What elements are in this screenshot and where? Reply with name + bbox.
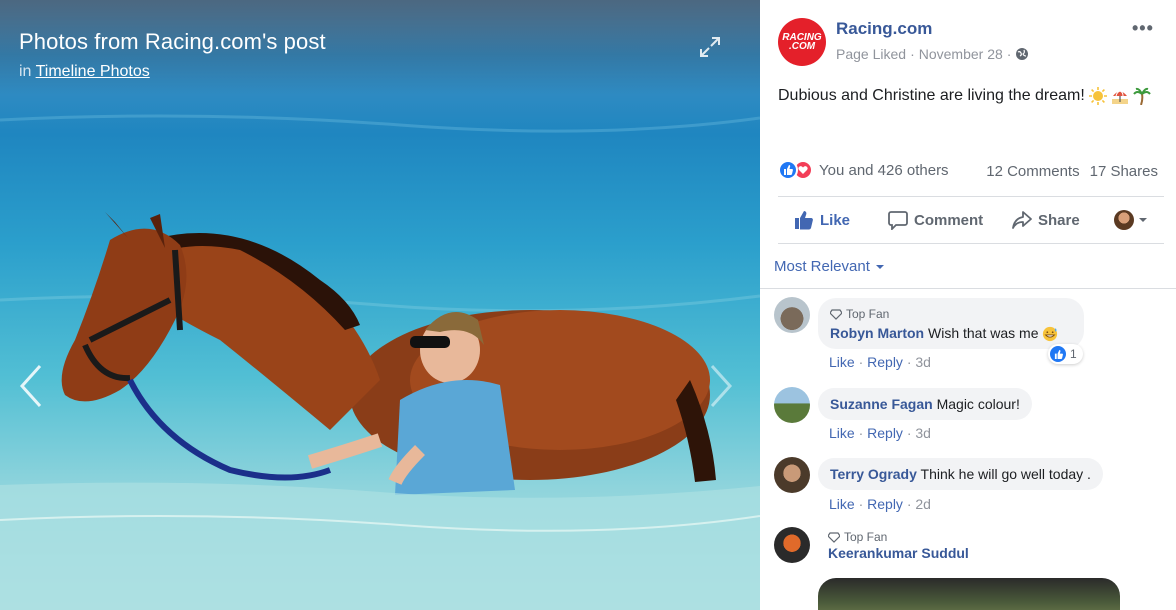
- post-action-bar: Like Comment Share: [778, 196, 1164, 244]
- comment-like-link[interactable]: Like: [829, 354, 855, 370]
- reaction-identity-selector[interactable]: [1114, 210, 1148, 230]
- like-reaction-icon: [778, 160, 798, 180]
- like-label: Like: [820, 211, 851, 229]
- reactions-count-text: You and 426 others: [819, 161, 949, 179]
- comment-reply-link[interactable]: Reply: [867, 425, 903, 441]
- comments-count-link[interactable]: 12 Comments: [986, 163, 1079, 180]
- sort-label: Most Relevant: [774, 258, 870, 275]
- post-message: Dubious and Christine are living the dre…: [778, 87, 1085, 104]
- comment-bubble: Top Fan Robyn Marton Wish that was me: [818, 298, 1084, 350]
- reactions-summary[interactable]: You and 426 others: [778, 160, 949, 180]
- engagement-counts: 12 Comments 17 Shares: [986, 163, 1158, 180]
- caret-down-icon: [1139, 218, 1147, 222]
- page-avatar[interactable]: RACING .COM: [778, 18, 826, 66]
- comment-text: Magic colour!: [936, 396, 1020, 412]
- comment-button[interactable]: Comment: [888, 210, 983, 230]
- meta-separator-dot: ·: [1006, 46, 1012, 62]
- comment-time[interactable]: 3d: [915, 425, 931, 441]
- user-avatar: [1114, 210, 1134, 230]
- comment-reaction-count[interactable]: 1: [1048, 344, 1083, 364]
- grinning-sweat-emoji-icon: [1043, 327, 1058, 342]
- comment-meta: Like · Reply · 2d: [829, 496, 931, 512]
- share-arrow-icon: [1012, 211, 1032, 229]
- comment-like-link[interactable]: Like: [829, 496, 855, 512]
- commenter-avatar[interactable]: [774, 297, 810, 333]
- commenter-name[interactable]: Keerankumar Suddul: [828, 545, 969, 561]
- next-photo-chevron-icon[interactable]: [706, 362, 736, 410]
- album-prefix: in: [19, 63, 32, 80]
- comment-reply-link[interactable]: Reply: [867, 354, 903, 370]
- comment-text: Think he will go well today .: [920, 466, 1091, 482]
- post-side-panel: RACING .COM Racing.com Page Liked · Nove…: [760, 0, 1176, 610]
- palm-tree-emoji-icon: [1133, 87, 1151, 105]
- badge-label: Top Fan: [846, 307, 890, 321]
- comment-bubble: Suzanne Fagan Magic colour!: [818, 388, 1032, 420]
- comment-sort-dropdown[interactable]: Most Relevant: [774, 258, 885, 275]
- photo-album-subtitle: in Timeline Photos: [19, 63, 150, 81]
- commenter-avatar[interactable]: [774, 387, 810, 423]
- comment-time[interactable]: 2d: [915, 496, 931, 512]
- share-label: Share: [1038, 211, 1080, 229]
- previous-photo-chevron-icon[interactable]: [16, 362, 46, 410]
- comment-meta: Like · Reply · 3d: [829, 425, 931, 441]
- commenter-avatar[interactable]: [774, 457, 810, 493]
- comment-icon: [888, 211, 908, 230]
- comment-header: Top Fan Keerankumar Suddul: [828, 530, 969, 561]
- globe-icon: [1016, 48, 1029, 60]
- diamond-icon: [828, 532, 840, 543]
- photo-pane[interactable]: Photos from Racing.com's post in Timelin…: [0, 0, 760, 610]
- comment-reply-link[interactable]: Reply: [867, 496, 903, 512]
- comment-label: Comment: [914, 211, 984, 229]
- commenter-name[interactable]: Robyn Marton: [830, 325, 924, 341]
- commenter-avatar[interactable]: [774, 527, 810, 563]
- diamond-icon: [830, 309, 842, 320]
- top-fan-badge: Top Fan: [828, 530, 969, 544]
- page-logo-text: RACING .COM: [782, 32, 822, 52]
- post-meta: Page Liked · November 28 ·: [836, 46, 1029, 62]
- reaction-count: 1: [1070, 347, 1077, 361]
- page-like-status[interactable]: Page Liked: [836, 46, 906, 62]
- photo-album-title: Photos from Racing.com's post: [19, 29, 326, 54]
- expand-icon[interactable]: [698, 35, 722, 59]
- shares-count-link[interactable]: 17 Shares: [1090, 163, 1158, 180]
- divider: [760, 288, 1176, 289]
- photo-viewer: Photos from Racing.com's post in Timelin…: [0, 0, 1176, 610]
- post-date[interactable]: November 28: [919, 46, 1003, 62]
- comment-image-attachment[interactable]: [818, 578, 1120, 610]
- comment-like-link[interactable]: Like: [829, 425, 855, 441]
- comment-meta: Like · Reply · 3d: [829, 354, 931, 370]
- post-text: Dubious and Christine are living the dre…: [778, 87, 1151, 105]
- sun-emoji-icon: [1088, 87, 1107, 105]
- commenter-name[interactable]: Terry Ogrady: [830, 466, 917, 482]
- thumbs-up-icon: [795, 211, 813, 230]
- timeline-photos-link[interactable]: Timeline Photos: [36, 63, 150, 80]
- like-reaction-icon: [1050, 346, 1066, 362]
- meta-separator-dot: ·: [910, 46, 915, 62]
- top-fan-badge: Top Fan: [830, 305, 1072, 323]
- beach-umbrella-emoji-icon: [1111, 90, 1128, 104]
- comment-text: Wish that was me: [928, 325, 1039, 341]
- badge-label: Top Fan: [844, 530, 888, 544]
- caret-down-icon: [875, 264, 884, 269]
- like-button[interactable]: Like: [794, 210, 850, 230]
- comment-time[interactable]: 3d: [915, 354, 931, 370]
- more-options-icon[interactable]: •••: [1132, 18, 1154, 39]
- share-button[interactable]: Share: [1012, 210, 1080, 230]
- comment-bubble: Terry Ogrady Think he will go well today…: [818, 458, 1103, 490]
- commenter-name[interactable]: Suzanne Fagan: [830, 396, 933, 412]
- page-name-link[interactable]: Racing.com: [836, 19, 932, 39]
